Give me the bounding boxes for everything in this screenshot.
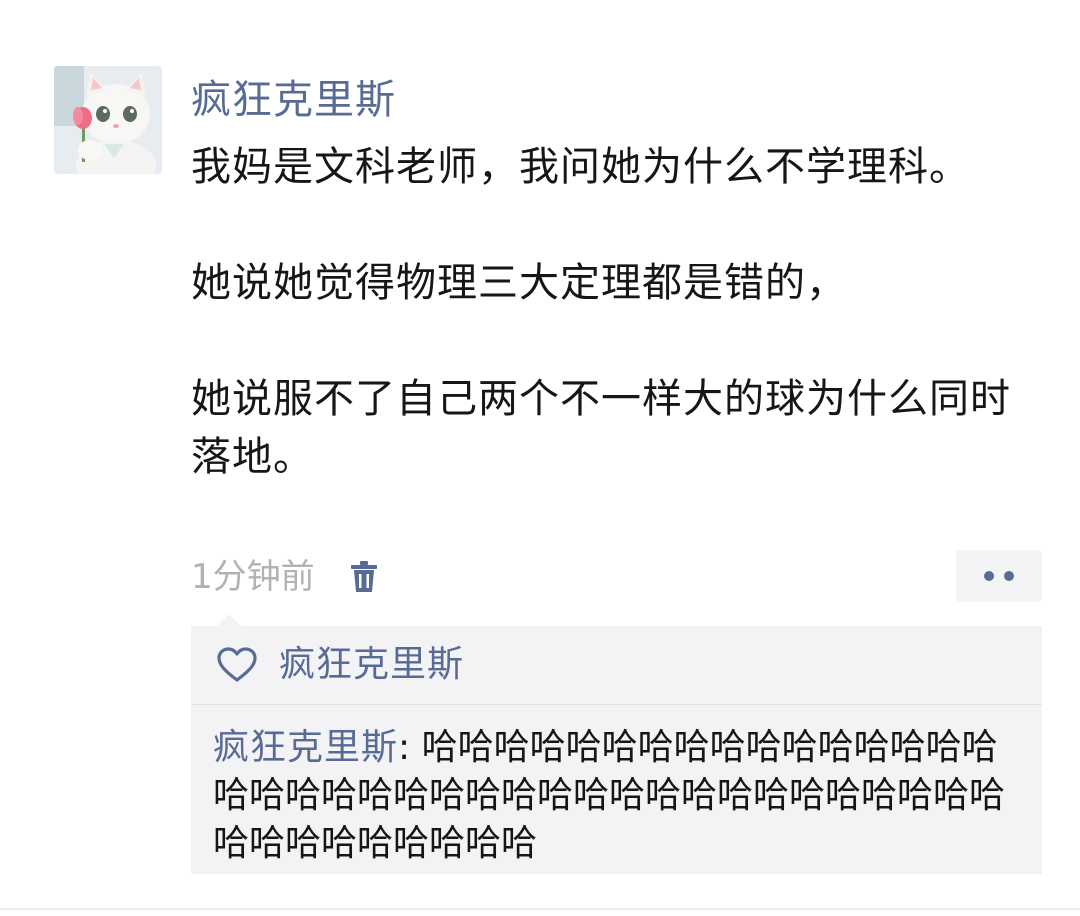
comment-separator: : bbox=[398, 727, 422, 768]
post-paragraph: 她说服不了自己两个不一样大的球为什么同时落地。 bbox=[191, 376, 1011, 480]
post-paragraph: 我妈是文科老师，我问她为什么不学理科。 bbox=[191, 144, 970, 190]
like-user-name[interactable]: 疯狂克里斯 bbox=[279, 643, 464, 687]
post-content: 我妈是文科老师，我问她为什么不学理科。 她说她觉得物理三大定理都是错的， 她说服… bbox=[191, 138, 1031, 486]
dot bbox=[984, 571, 994, 581]
more-dots-icon[interactable] bbox=[956, 550, 1042, 602]
likes-row: 疯狂克里斯 bbox=[191, 626, 1042, 705]
divider bbox=[0, 908, 1080, 910]
dot bbox=[1004, 571, 1014, 581]
post-author-name[interactable]: 疯狂克里斯 bbox=[191, 74, 396, 126]
post-timestamp: 1分钟前 bbox=[191, 557, 315, 597]
post-meta: 1分钟前 bbox=[191, 552, 379, 602]
comment-item[interactable]: 疯狂克里斯: 哈哈哈哈哈哈哈哈哈哈哈哈哈哈哈哈哈哈哈哈哈哈哈哈哈哈哈哈哈哈哈哈哈… bbox=[213, 724, 1029, 868]
comment-author[interactable]: 疯狂克里斯 bbox=[213, 727, 398, 768]
moments-post: 疯狂克里斯 我妈是文科老师，我问她为什么不学理科。 她说她觉得物理三大定理都是错… bbox=[0, 0, 1080, 916]
interaction-panel: 疯狂克里斯 疯狂克里斯: 哈哈哈哈哈哈哈哈哈哈哈哈哈哈哈哈哈哈哈哈哈哈哈哈哈哈哈… bbox=[191, 614, 1042, 874]
heart-icon bbox=[217, 646, 259, 684]
cat-avatar-image bbox=[54, 66, 162, 174]
trash-icon[interactable] bbox=[349, 560, 379, 594]
post-paragraph: 她说她觉得物理三大定理都是错的， bbox=[191, 260, 847, 306]
avatar[interactable] bbox=[54, 66, 162, 174]
